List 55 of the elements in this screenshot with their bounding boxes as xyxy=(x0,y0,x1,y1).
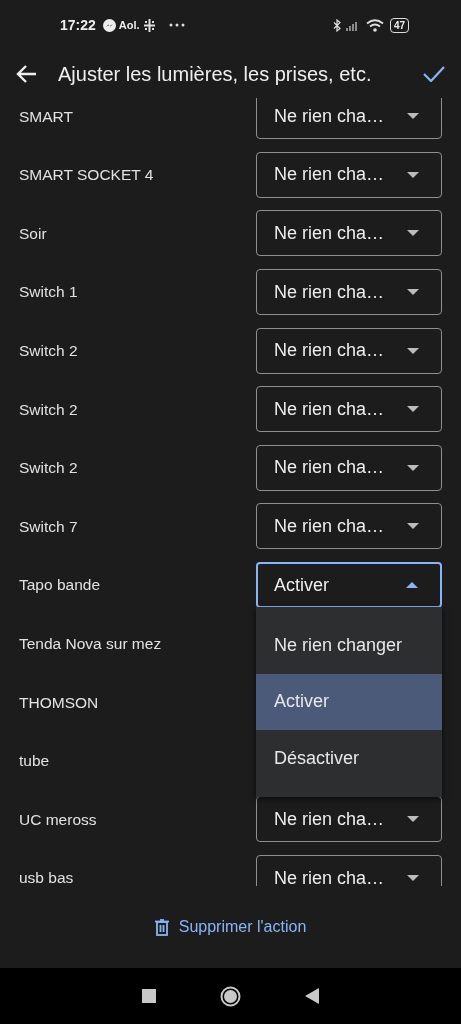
action-dropdown[interactable]: Ne rien cha… xyxy=(256,327,442,374)
action-dropdown[interactable]: Ne rien cha… xyxy=(256,269,442,316)
action-dropdown[interactable]: Ne rien cha… xyxy=(256,444,442,491)
action-dropdown[interactable]: Ne rien cha… xyxy=(256,210,442,257)
caret-down-icon xyxy=(407,113,419,120)
status-time: 17:22 xyxy=(60,15,96,35)
action-dropdown[interactable]: Ne rien cha… xyxy=(256,855,442,886)
device-name: Switch 2 xyxy=(19,341,78,362)
caret-down-icon xyxy=(407,523,419,530)
caret-down-icon xyxy=(407,171,419,178)
device-name: Switch 7 xyxy=(19,516,78,537)
more-icon xyxy=(168,23,185,27)
signal-icon xyxy=(345,19,360,31)
delete-action-button[interactable]: Supprimer l'action xyxy=(148,911,313,943)
caret-down-icon xyxy=(407,230,419,237)
caret-down-icon xyxy=(407,875,419,881)
device-name: UC meross xyxy=(19,809,97,830)
action-dropdown[interactable]: Activer xyxy=(256,562,442,609)
device-name: SMART SOCKET 4 xyxy=(19,165,154,186)
caret-down-icon xyxy=(407,347,419,354)
app-label: Aol. xyxy=(118,17,140,33)
bluetooth-icon xyxy=(332,18,341,32)
action-dropdown[interactable]: Ne rien cha… xyxy=(256,151,442,198)
action-dropdown[interactable]: Ne rien cha… xyxy=(256,98,442,140)
caret-up-icon xyxy=(406,582,418,589)
back-arrow-icon[interactable] xyxy=(16,64,38,84)
menu-option[interactable]: Ne rien changer xyxy=(256,617,442,674)
action-dropdown[interactable]: Ne rien cha… xyxy=(256,503,442,550)
device-name: Tapo bande xyxy=(19,575,101,596)
caret-down-icon xyxy=(407,289,419,296)
wifi-icon xyxy=(365,18,384,32)
caret-down-icon xyxy=(407,406,419,413)
device-name: THOMSON xyxy=(19,692,99,713)
device-name: tube xyxy=(19,751,50,772)
caret-down-icon xyxy=(407,816,419,823)
grid-icon xyxy=(143,18,155,32)
trash-icon xyxy=(154,918,169,936)
screen-title: Ajuster les lumières, les prises, etc. xyxy=(58,62,373,87)
device-name: Tenda Nova sur mez xyxy=(19,634,162,654)
back-triangle-icon[interactable] xyxy=(305,988,319,1004)
messenger-icon xyxy=(102,18,116,32)
action-dropdown[interactable]: Ne rien cha… xyxy=(256,386,442,433)
device-name: usb bas xyxy=(19,868,74,886)
device-name: SMART xyxy=(19,106,73,127)
device-name: Switch 2 xyxy=(19,399,78,420)
device-name: Soir xyxy=(19,223,47,244)
action-dropdown[interactable]: Ne rien cha… xyxy=(256,796,442,843)
battery-indicator: 47 xyxy=(389,17,409,33)
caret-down-icon xyxy=(407,464,419,471)
menu-option[interactable]: Désactiver xyxy=(256,730,442,787)
device-name: Switch 2 xyxy=(19,458,78,479)
menu-option[interactable]: Activer xyxy=(256,673,442,731)
circle-icon[interactable] xyxy=(220,985,241,1007)
device-name: Switch 1 xyxy=(19,282,78,303)
checkmark-icon[interactable] xyxy=(423,66,445,82)
